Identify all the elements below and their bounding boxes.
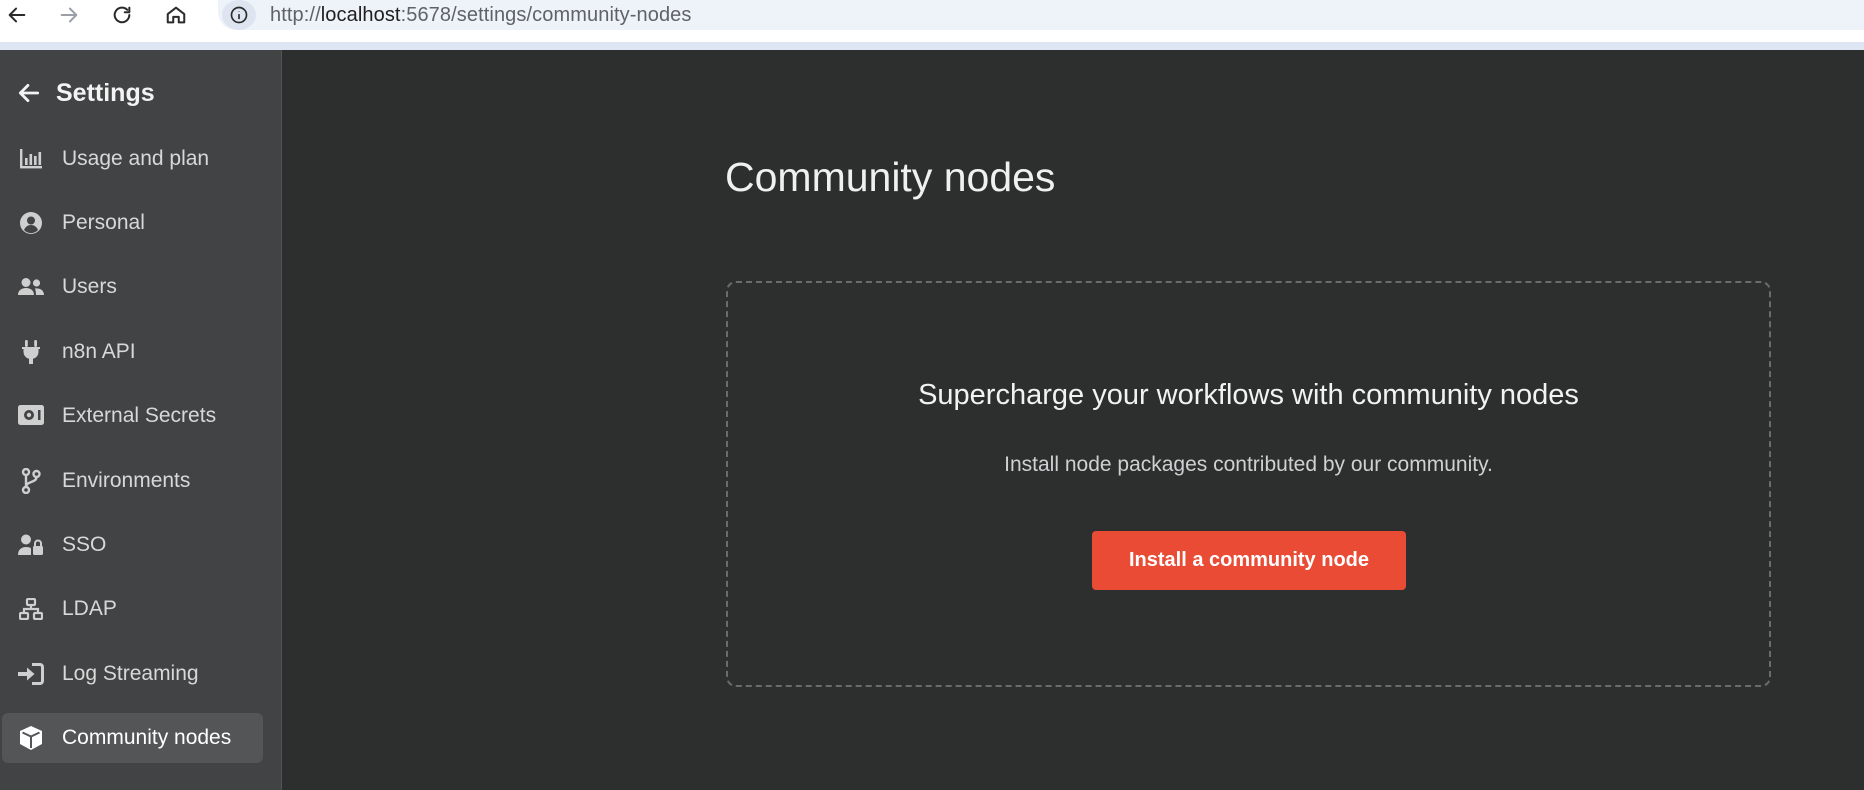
arrow-left-icon: [8, 7, 26, 23]
back-button[interactable]: [2, 0, 32, 30]
plug-icon: [18, 339, 44, 365]
sidebar-item-label: Users: [62, 275, 117, 298]
main-content: Community nodes Supercharge your workflo…: [283, 50, 1864, 790]
sidebar-item-label: Community nodes: [62, 726, 232, 749]
sidebar-item-users[interactable]: Users: [2, 262, 263, 312]
sidebar-item-label: External Secrets: [62, 404, 217, 427]
sidebar-item-label: LDAP: [62, 597, 117, 620]
home-button[interactable]: [161, 0, 191, 30]
sidebar-item-environments[interactable]: Environments: [2, 456, 263, 506]
reload-icon: [113, 6, 131, 24]
forward-button[interactable]: [54, 0, 84, 30]
sidebar-item-external-secrets[interactable]: External Secrets: [2, 391, 263, 441]
sidebar-item-label: SSO: [62, 533, 107, 556]
sidebar-item-label: n8n API: [62, 340, 136, 363]
url-path: :5678/settings/community-nodes: [400, 3, 692, 26]
sidebar-item-n8n-api[interactable]: n8n API: [2, 327, 263, 377]
cube-icon: [18, 725, 44, 751]
sidebar-item-label: Personal: [62, 211, 145, 234]
settings-title: Settings: [56, 78, 155, 107]
sidebar-item-log-streaming[interactable]: Log Streaming: [2, 649, 263, 699]
vault-icon: [18, 403, 44, 429]
user-circle-icon: [18, 210, 44, 236]
sidebar-item-label: Environments: [62, 469, 191, 492]
install-community-node-button[interactable]: Install a community node: [1092, 531, 1406, 590]
browser-toolbar: http://localhost:5678/settings/community…: [0, 0, 1864, 50]
sidebar-item-sso[interactable]: SSO: [2, 520, 263, 570]
url-host: localhost: [320, 3, 401, 26]
sidebar-item-label: Log Streaming: [62, 662, 199, 685]
network-wired-icon: [18, 596, 44, 622]
empty-state-card: Supercharge your workflows with communit…: [726, 281, 1771, 687]
user-lock-icon: [18, 532, 44, 558]
page-title: Community nodes: [725, 154, 1056, 200]
sidebar-item-usage-and-plan[interactable]: Usage and plan: [2, 134, 263, 184]
users-icon: [18, 274, 44, 300]
url-prefix: http://: [270, 3, 321, 26]
sidebar-item-label: Usage and plan: [62, 147, 210, 170]
settings-back-link[interactable]: Settings: [16, 76, 155, 110]
sidebar-item-personal[interactable]: Personal: [2, 198, 263, 248]
code-branch-icon: [18, 468, 44, 494]
arrow-left-icon: [18, 84, 40, 102]
home-icon: [166, 6, 186, 24]
reload-button[interactable]: [107, 0, 137, 30]
chart-bar-icon: [18, 146, 44, 172]
site-info-button[interactable]: [222, 0, 256, 30]
sidebar-item-ldap[interactable]: LDAP: [2, 584, 263, 634]
arrow-right-icon: [60, 7, 78, 23]
empty-state-heading: Supercharge your workflows with communit…: [918, 379, 1579, 411]
url-text[interactable]: http://localhost:5678/settings/community…: [270, 4, 692, 27]
empty-state-description: Install node packages contributed by our…: [1004, 453, 1493, 476]
address-bar[interactable]: http://localhost:5678/settings/community…: [218, 0, 1864, 30]
sidebar-item-community-nodes[interactable]: Community nodes: [2, 713, 263, 763]
info-icon: [230, 6, 248, 24]
settings-sidebar: Settings Usage and plan Personal Users n…: [0, 50, 282, 790]
sign-in-icon: [18, 661, 44, 687]
